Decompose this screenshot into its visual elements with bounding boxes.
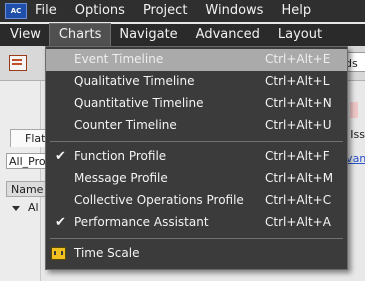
charts-dropdown-menu: Event Timeline Ctrl+Alt+E Qualitative Ti… [45, 46, 348, 270]
menu-item-quantitative-timeline[interactable]: Quantitative Timeline Ctrl+Alt+N [46, 93, 347, 115]
menu-item-label: Quantitative Timeline [74, 96, 204, 110]
process-combo[interactable]: All_Proc [6, 153, 48, 169]
menu-item-shortcut: Ctrl+Alt+F [265, 149, 330, 163]
menu-options[interactable]: Options [66, 0, 134, 22]
menu-advanced[interactable]: Advanced [187, 24, 269, 46]
menu-item-label: Event Timeline [74, 52, 164, 66]
menu-item-label: Function Profile [74, 149, 167, 163]
menu-item-shortcut: Ctrl+Alt+E [265, 52, 331, 66]
menu-item-shortcut: Ctrl+Alt+M [265, 171, 334, 185]
tab-flat[interactable]: Flat [10, 129, 48, 147]
chart-bar-fragment [350, 102, 358, 118]
app-logo-icon: AC [5, 3, 27, 19]
secondary-menubar: View Charts Navigate Advanced Layout [0, 23, 365, 47]
menu-help[interactable]: Help [272, 0, 320, 22]
menu-item-label: Performance Assistant [74, 215, 209, 229]
menu-layout[interactable]: Layout [269, 24, 331, 46]
name-column-header[interactable]: Name [6, 181, 48, 197]
menu-item-shortcut: Ctrl+Alt+A [265, 215, 331, 229]
menu-project[interactable]: Project [134, 0, 196, 22]
menu-item-time-scale[interactable]: Time Scale [46, 243, 347, 265]
checkmark-icon: ✔ [55, 215, 66, 230]
menu-item-performance-assistant[interactable]: ✔ Performance Assistant Ctrl+Alt+A [46, 212, 347, 234]
menu-navigate[interactable]: Navigate [110, 24, 186, 46]
menu-item-message-profile[interactable]: Message Profile Ctrl+Alt+M [46, 168, 347, 190]
menu-item-function-profile[interactable]: ✔ Function Profile Ctrl+Alt+F [46, 146, 347, 168]
menu-item-shortcut: Ctrl+Alt+L [265, 74, 330, 88]
menu-item-shortcut: Ctrl+Alt+C [265, 193, 332, 207]
menu-item-label: Collective Operations Profile [74, 193, 244, 207]
menu-item-collective-operations-profile[interactable]: Collective Operations Profile Ctrl+Alt+C [46, 190, 347, 212]
menu-item-label: Time Scale [74, 246, 140, 260]
menu-item-label: Message Profile [74, 171, 168, 185]
menu-windows[interactable]: Windows [196, 0, 272, 22]
menu-item-counter-timeline[interactable]: Counter Timeline Ctrl+Alt+U [46, 115, 347, 137]
tree-item-label: Al [28, 201, 39, 214]
expand-caret-icon[interactable] [12, 206, 20, 211]
tree-item[interactable]: Al [12, 201, 39, 214]
menu-separator [50, 141, 343, 142]
menu-charts[interactable]: Charts [48, 23, 112, 47]
checkmark-icon: ✔ [55, 149, 66, 164]
menu-item-shortcut: Ctrl+Alt+N [265, 96, 332, 110]
menu-separator [50, 238, 343, 239]
time-scale-icon [51, 247, 66, 260]
toolbar-chart-icon[interactable] [9, 55, 27, 71]
menu-file[interactable]: File [31, 0, 66, 22]
menu-item-label: Counter Timeline [74, 118, 177, 132]
menu-item-label: Qualitative Timeline [74, 74, 195, 88]
menu-view[interactable]: View [0, 24, 50, 46]
menu-item-event-timeline[interactable]: Event Timeline Ctrl+Alt+E [46, 49, 347, 71]
main-menubar: AC File Options Project Windows Help [0, 0, 365, 22]
menu-item-qualitative-timeline[interactable]: Qualitative Timeline Ctrl+Alt+L [46, 71, 347, 93]
menu-item-shortcut: Ctrl+Alt+U [265, 118, 332, 132]
